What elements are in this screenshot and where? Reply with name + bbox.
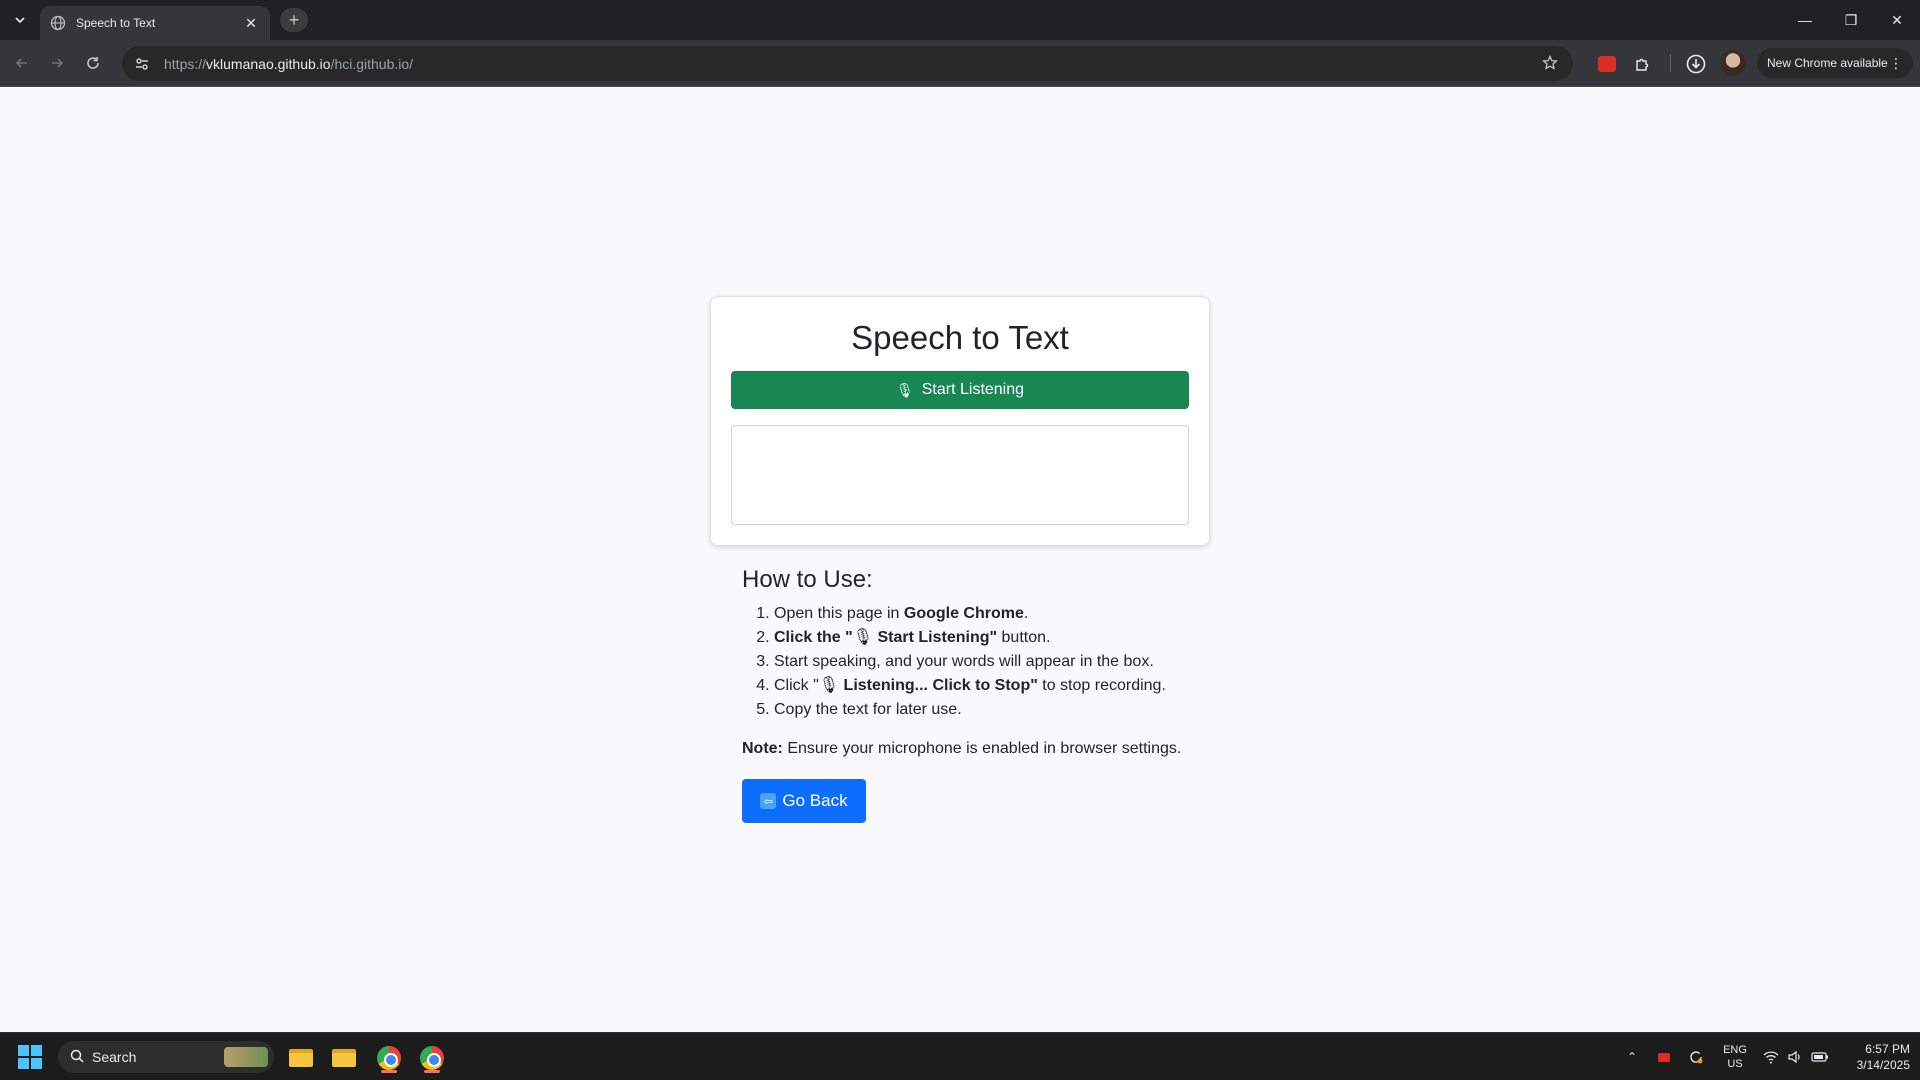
list-item: Click the "🎙 Start Listening" button. [774, 626, 1242, 650]
tab-search-icon[interactable] [8, 8, 32, 32]
go-back-button[interactable]: ⇦ Go Back [742, 779, 866, 823]
language-indicator[interactable]: ENG US [1720, 1043, 1750, 1071]
chrome-profile-icon[interactable] [415, 1041, 449, 1075]
address-bar[interactable]: https://vklumanao.github.io/hci.github.i… [122, 46, 1573, 81]
tab-title: Speech to Text [76, 16, 156, 30]
browser-tabstrip: Speech to Text ✕ + — ❐ ✕ [0, 0, 1920, 40]
microphone-icon: 🎙 [895, 381, 914, 398]
taskbar-search[interactable]: Search [58, 1041, 274, 1073]
download-icon[interactable] [1683, 51, 1709, 77]
close-window-icon[interactable]: ✕ [1874, 0, 1920, 40]
tray-app-icon[interactable] [1652, 1033, 1676, 1080]
windows-start-icon[interactable] [18, 1045, 42, 1069]
bookmark-star-icon[interactable] [1539, 52, 1561, 74]
list-item: Open this page in Google Chrome. [774, 602, 1242, 626]
start-listening-button[interactable]: 🎙 Start Listening [731, 371, 1189, 409]
url-text: https://vklumanao.github.io/hci.github.i… [164, 55, 414, 72]
battery-icon[interactable] [1808, 1033, 1832, 1080]
update-label: New Chrome available [1767, 56, 1888, 70]
search-icon [70, 1049, 84, 1066]
windows-taskbar: Search ⌃ ENG US 6:57 PM 3/14/2025 [0, 1032, 1920, 1080]
microphone-icon: 🎙 [818, 677, 840, 694]
search-label: Search [92, 1049, 137, 1065]
microphone-icon: 🎙 [852, 629, 874, 646]
tray-overflow-icon[interactable]: ⌃ [1620, 1033, 1644, 1080]
system-clock[interactable]: 6:57 PM 3/14/2025 [1838, 1041, 1910, 1073]
site-info-icon[interactable] [130, 52, 154, 76]
how-to-section: How to Use: Open this page in Google Chr… [742, 566, 1242, 722]
file-explorer-icon[interactable] [284, 1041, 318, 1075]
back-icon[interactable] [10, 51, 34, 75]
forward-icon[interactable] [45, 51, 69, 75]
extension-red-icon[interactable] [1594, 51, 1620, 77]
folder-icon[interactable] [327, 1041, 361, 1075]
globe-icon [50, 15, 66, 31]
extensions-puzzle-icon[interactable] [1630, 51, 1656, 77]
browser-toolbar: https://vklumanao.github.io/hci.github.i… [0, 40, 1920, 87]
transcript-output[interactable] [731, 425, 1189, 525]
reload-icon[interactable] [81, 51, 105, 75]
page-title: Speech to Text [851, 319, 1069, 356]
chrome-update-button[interactable]: New Chrome available ⋮ [1757, 48, 1913, 78]
tab-close-icon[interactable]: ✕ [242, 15, 260, 32]
list-item: Click "🎙 Listening... Click to Stop" to … [774, 674, 1242, 698]
wifi-icon[interactable] [1760, 1033, 1782, 1080]
chrome-icon[interactable] [372, 1041, 406, 1075]
volume-icon[interactable] [1784, 1033, 1806, 1080]
new-tab-button[interactable]: + [280, 8, 308, 32]
restore-icon[interactable]: ❐ [1828, 0, 1874, 40]
arrow-left-icon: ⇦ [760, 793, 777, 809]
toolbar-divider [1670, 54, 1671, 72]
menu-dots-icon[interactable]: ⋮ [1889, 55, 1903, 72]
list-item: Copy the text for later use. [774, 698, 1242, 722]
note-text: Note: Ensure your microphone is enabled … [742, 740, 1182, 757]
howto-steps: Open this page in Google Chrome. Click t… [742, 602, 1242, 722]
go-back-label: Go Back [782, 791, 848, 810]
speech-card: Speech to Text 🎙 Start Listening [710, 296, 1210, 546]
browser-tab[interactable]: Speech to Text ✕ [40, 6, 270, 40]
list-item: Start speaking, and your words will appe… [774, 650, 1242, 674]
search-highlight-image [224, 1047, 268, 1067]
howto-title: How to Use: [742, 566, 873, 593]
sync-icon[interactable] [1684, 1033, 1708, 1080]
profile-avatar[interactable] [1720, 50, 1746, 76]
start-listening-label: Start Listening [921, 381, 1025, 398]
minimize-icon[interactable]: — [1782, 0, 1828, 40]
